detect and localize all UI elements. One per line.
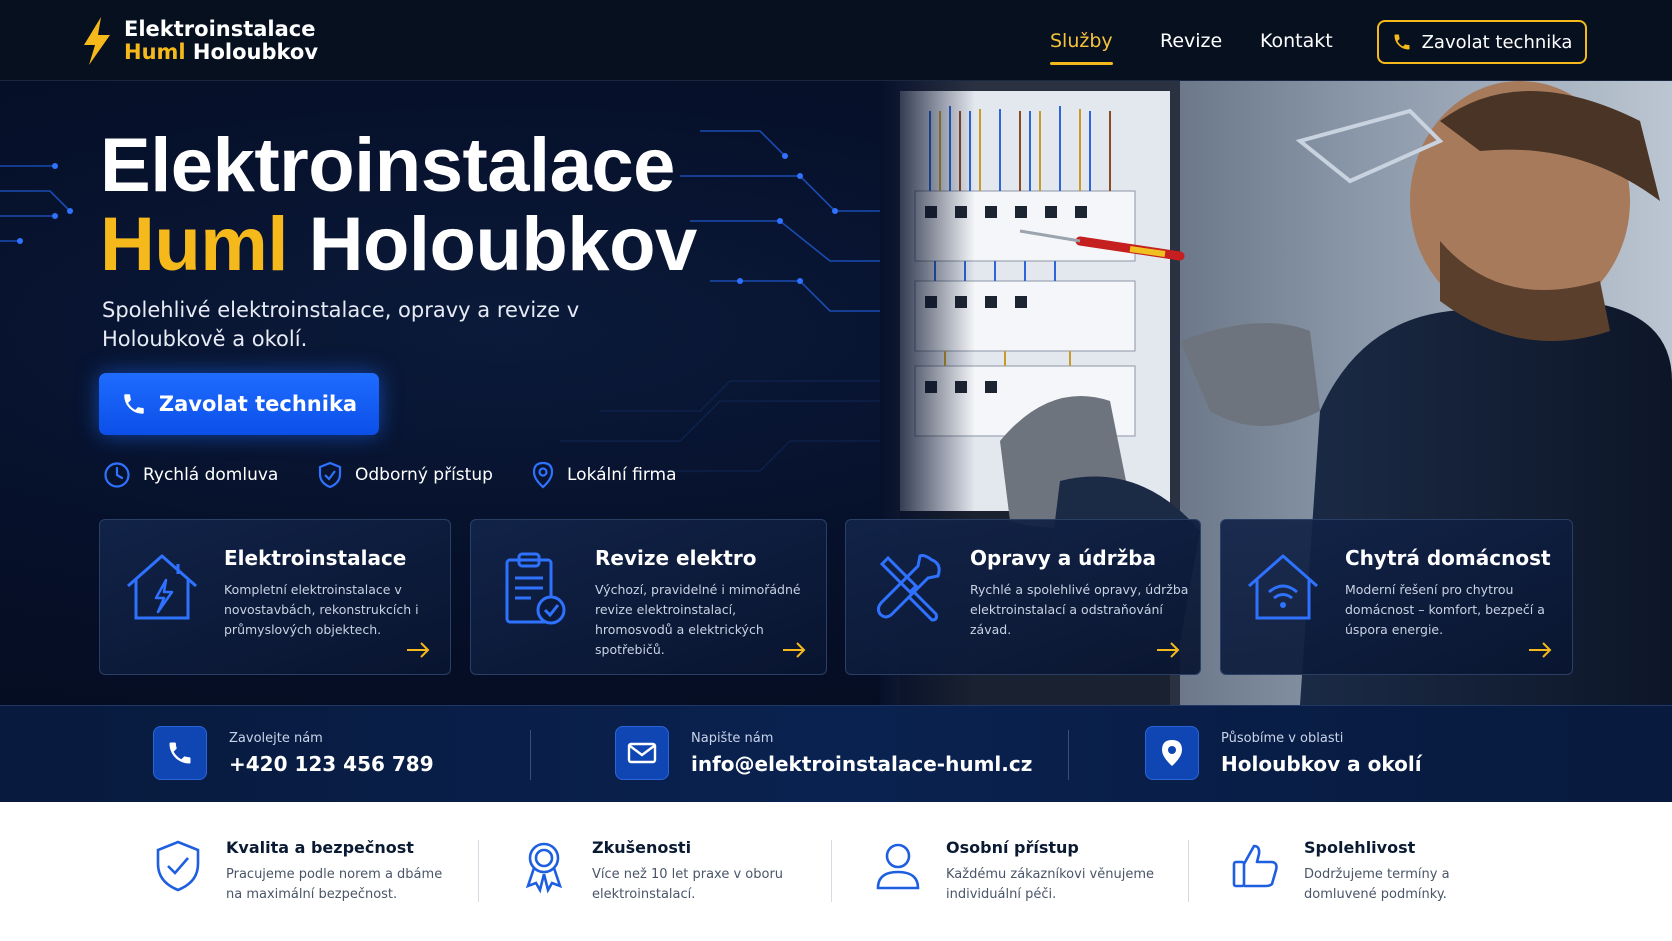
hero-title-accent: Huml: [100, 202, 289, 287]
house-bolt-icon: [127, 554, 197, 620]
feature-label: Rychlá domluva: [143, 465, 279, 485]
benefits-section: Kvalita a bezpečnost Pracujeme podle nor…: [0, 802, 1672, 941]
service-card-opravy[interactable]: Opravy a údržba Rychlé a spolehlivé opra…: [845, 519, 1201, 675]
contact-label: Působíme v oblasti: [1221, 730, 1344, 746]
hero-subtitle: Spolehlivé elektroinstalace, opravy a re…: [102, 298, 580, 351]
feature-item: Rychlá domluva: [103, 461, 278, 489]
phone-icon: [169, 742, 191, 764]
card-description: Výchozí, pravidelné i mimořádné revize e…: [595, 582, 801, 657]
benefit-description: Pracujeme podle norem a dbáme na maximál…: [226, 867, 443, 902]
clock-icon: [104, 462, 130, 488]
thumbs-up-icon: [1232, 844, 1278, 888]
hero-call-button[interactable]: Zavolat technika: [99, 373, 379, 435]
lightning-bolt-icon: [84, 17, 110, 65]
benefit-text: Zkušenosti Více než 10 let praxe v oboru…: [592, 838, 812, 905]
benefit-title: Kvalita a bezpečnost: [226, 838, 414, 857]
service-card-revize[interactable]: Revize elektro Výchozí, pravidelné i mim…: [470, 519, 827, 675]
feature-item: Lokální firma: [531, 461, 677, 489]
mail-icon: [627, 742, 657, 764]
contact-icon-box: [1145, 726, 1199, 780]
logo-text: Elektroinstalace Huml Holoubkov: [124, 18, 318, 64]
nav-item-kontakt[interactable]: Kontakt: [1260, 30, 1333, 52]
contact-area[interactable]: Působíme v oblasti Holoubkov a okolí: [1145, 726, 1422, 780]
benefit-item: Zkušenosti Více než 10 let praxe v oboru…: [516, 838, 812, 905]
card-title: Elektroinstalace: [224, 546, 407, 570]
clipboard-check-icon: [505, 552, 566, 625]
benefit-title: Zkušenosti: [592, 838, 692, 857]
benefit-description: Každému zákazníkovi věnujeme individuáln…: [946, 867, 1154, 902]
contact-value: Holoubkov a okolí: [1221, 751, 1422, 776]
benefit-text: Osobní přístup Každému zákazníkovi věnuj…: [946, 838, 1166, 905]
benefit-text: Spolehlivost Dodržujeme termíny a domluv…: [1304, 838, 1524, 905]
logo-line-1: Elektroinstalace: [124, 17, 316, 41]
hero-section: Elektroinstalace Huml Holoubkov Spolehli…: [0, 81, 1672, 705]
location-pin-icon: [532, 461, 554, 489]
contact-text: Zavolejte nám +420 123 456 789: [229, 731, 434, 776]
arrow-right-icon: [1157, 642, 1180, 658]
award-icon: [525, 842, 563, 894]
user-icon: [876, 843, 920, 890]
benefit-text: Kvalita a bezpečnost Pracujeme podle nor…: [226, 838, 446, 905]
feature-item: Odborný přístup: [317, 461, 493, 489]
logo-line-2: Huml Holoubkov: [124, 41, 318, 64]
arrow-right-icon: [407, 642, 430, 658]
benefit-title: Osobní přístup: [946, 838, 1079, 857]
header-call-button[interactable]: Zavolat technika: [1377, 20, 1587, 64]
card-description: Kompletní elektroinstalace v novostavbác…: [224, 582, 419, 637]
hero-title-line-1: Elektroinstalace: [100, 123, 675, 208]
benefit-item: Spolehlivost Dodržujeme termíny a domluv…: [1228, 838, 1524, 905]
arrow-right-icon: [1529, 642, 1552, 658]
benefit-item: Kvalita a bezpečnost Pracujeme podle nor…: [150, 838, 446, 905]
card-title: Opravy a údržba: [970, 546, 1157, 570]
contact-text: Působíme v oblasti Holoubkov a okolí: [1221, 731, 1422, 776]
logo[interactable]: Elektroinstalace Huml Holoubkov: [80, 16, 318, 66]
hero-call-label: Zavolat technika: [158, 392, 358, 416]
nav-item-sluzby[interactable]: Služby: [1050, 30, 1113, 65]
benefit-item: Osobní přístup Každému zákazníkovi věnuj…: [870, 838, 1166, 905]
hero-title-line-2: Huml Holoubkov: [100, 205, 697, 284]
benefit-title: Spolehlivost: [1304, 838, 1416, 857]
divider: [1068, 730, 1069, 780]
phone-icon: [1394, 34, 1410, 50]
logo-accent: Huml: [124, 40, 186, 64]
divider: [1188, 840, 1189, 902]
tools-icon: [876, 554, 941, 622]
divider: [478, 840, 479, 902]
site-header: Elektroinstalace Huml Holoubkov Služby R…: [0, 0, 1672, 81]
contact-value: +420 123 456 789: [229, 751, 434, 776]
card-title: Chytrá domácnost: [1345, 546, 1551, 570]
shield-check-icon: [156, 840, 200, 892]
feature-label: Odborný přístup: [355, 465, 493, 485]
logo-rest: Holoubkov: [185, 40, 319, 64]
service-card-elektroinstalace[interactable]: Elektroinstalace Kompletní elektroinstal…: [99, 519, 451, 675]
smart-home-icon: [1248, 554, 1318, 620]
header-call-label: Zavolat technika: [1421, 31, 1573, 53]
contact-label: Zavolejte nám: [229, 730, 323, 746]
divider: [831, 840, 832, 902]
hero-title-rest: Holoubkov: [288, 202, 698, 287]
benefit-description: Více než 10 let praxe v oboru elektroins…: [592, 867, 784, 902]
card-description: Rychlé a spolehlivé opravy, údržba elekt…: [970, 582, 1189, 637]
contact-phone[interactable]: Zavolejte nám +420 123 456 789: [153, 726, 434, 780]
shield-check-icon: [318, 461, 342, 489]
hero-title: Elektroinstalace Huml Holoubkov: [100, 126, 697, 284]
benefit-description: Dodržujeme termíny a domluvené podmínky.: [1304, 867, 1450, 902]
contact-label: Napište nám: [691, 730, 774, 746]
nav-item-revize[interactable]: Revize: [1160, 30, 1222, 52]
card-title: Revize elektro: [595, 546, 757, 570]
feature-label: Lokální firma: [567, 465, 677, 485]
contact-icon-box: [153, 726, 207, 780]
contact-email[interactable]: Napište nám info@elektroinstalace-huml.c…: [615, 726, 1032, 780]
location-pin-icon: [1162, 740, 1182, 766]
card-description: Moderní řešení pro chytrou domácnost – k…: [1345, 582, 1545, 637]
service-card-chytra-domacnost[interactable]: Chytrá domácnost Moderní řešení pro chyt…: [1220, 519, 1573, 675]
contact-bar: Zavolejte nám +420 123 456 789 Napište n…: [0, 705, 1672, 802]
arrow-right-icon: [783, 642, 806, 658]
phone-icon: [124, 394, 144, 414]
divider: [530, 730, 531, 780]
contact-text: Napište nám info@elektroinstalace-huml.c…: [691, 731, 1032, 776]
contact-icon-box: [615, 726, 669, 780]
contact-value: info@elektroinstalace-huml.cz: [691, 751, 1033, 776]
